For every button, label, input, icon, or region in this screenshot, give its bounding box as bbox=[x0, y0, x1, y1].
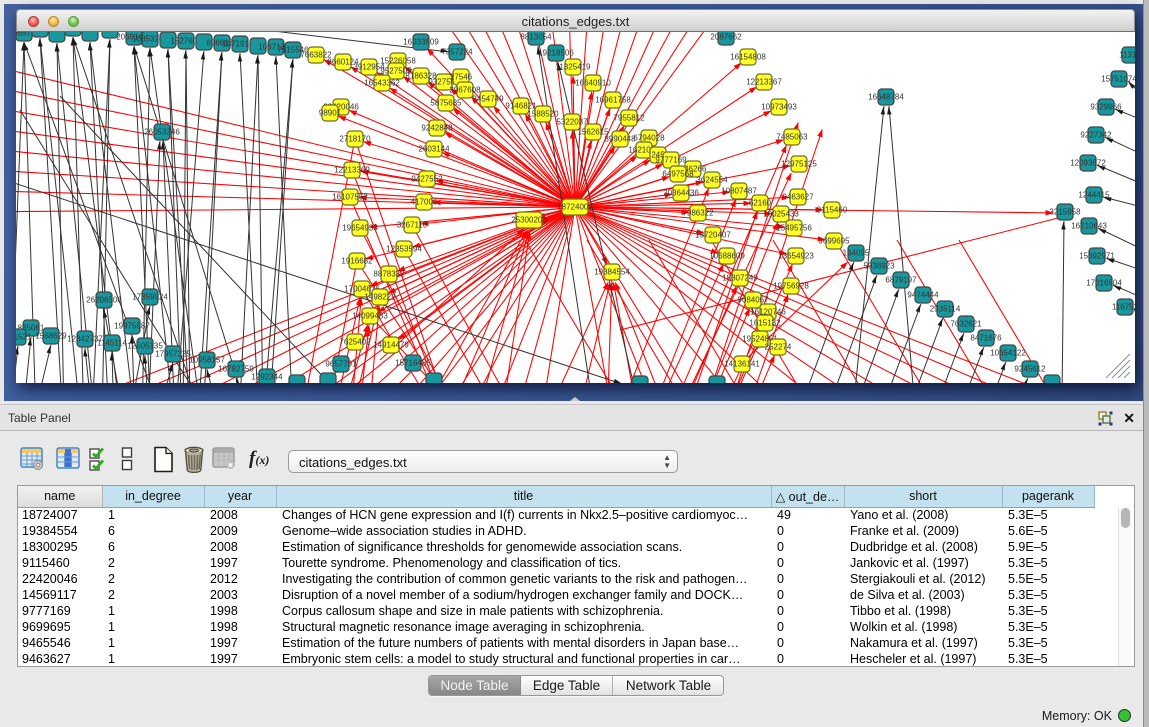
svg-text:13654923: 13654923 bbox=[778, 252, 814, 261]
svg-text:15495756: 15495756 bbox=[776, 224, 812, 233]
svg-text:7986322: 7986322 bbox=[682, 209, 714, 218]
svg-text:7955812: 7955812 bbox=[613, 114, 645, 123]
svg-text:252274: 252274 bbox=[765, 343, 792, 352]
svg-text:1568629: 1568629 bbox=[35, 332, 67, 341]
svg-text:19218506: 19218506 bbox=[538, 49, 574, 58]
svg-text:16154808: 16154808 bbox=[730, 53, 766, 62]
svg-text:26206506: 26206506 bbox=[86, 296, 122, 305]
svg-text:9084067: 9084067 bbox=[737, 296, 769, 305]
svg-text:6879197: 6879197 bbox=[885, 276, 917, 285]
svg-text:19384554: 19384554 bbox=[594, 268, 630, 277]
svg-text:14914479: 14914479 bbox=[373, 341, 409, 350]
svg-text:16961758: 16961758 bbox=[595, 96, 631, 105]
svg-text:2935114: 2935114 bbox=[930, 305, 961, 314]
svg-text:7632621: 7632621 bbox=[950, 320, 982, 329]
svg-text:14136141: 14136141 bbox=[724, 360, 760, 369]
svg-text:11325419: 11325419 bbox=[556, 63, 592, 72]
svg-text:7625402: 7625402 bbox=[339, 338, 371, 347]
svg-text:25300203: 25300203 bbox=[511, 216, 547, 225]
svg-text:9657791: 9657791 bbox=[325, 360, 357, 369]
svg-text:15716485: 15716485 bbox=[395, 359, 431, 368]
svg-text:19756928: 19756928 bbox=[773, 282, 809, 291]
svg-text:10958157: 10958157 bbox=[189, 356, 225, 365]
svg-text:2603144: 2603144 bbox=[418, 145, 450, 154]
svg-text:16033809: 16033809 bbox=[403, 38, 439, 47]
svg-text:9242848: 9242848 bbox=[421, 124, 453, 133]
svg-text:5875685: 5875685 bbox=[430, 99, 462, 108]
svg-text:5938923: 5938923 bbox=[863, 262, 895, 271]
svg-text:26053346: 26053346 bbox=[144, 128, 180, 137]
svg-text:1292344: 1292344 bbox=[251, 373, 283, 382]
svg-text:3454749: 3454749 bbox=[472, 95, 504, 104]
svg-text:7357224: 7357224 bbox=[441, 48, 473, 57]
svg-text:19975887: 19975887 bbox=[114, 322, 150, 331]
svg-text:27546: 27546 bbox=[450, 73, 473, 82]
svg-text:19654933: 19654933 bbox=[342, 224, 378, 233]
svg-text:10654122: 10654122 bbox=[990, 349, 1026, 358]
svg-text:5322037: 5322037 bbox=[556, 118, 588, 127]
svg-text:9329966: 9329966 bbox=[1090, 103, 1122, 112]
svg-text:98901: 98901 bbox=[319, 109, 342, 118]
svg-text:16782759: 16782759 bbox=[218, 365, 254, 374]
svg-text:3624554: 3624554 bbox=[696, 176, 728, 185]
svg-text:9245612: 9245612 bbox=[1014, 365, 1046, 374]
svg-text:12093872: 12093872 bbox=[1070, 159, 1106, 168]
svg-text:1588520: 1588520 bbox=[527, 110, 559, 119]
svg-text:9463627: 9463627 bbox=[782, 193, 814, 202]
svg-text:1145114: 1145114 bbox=[97, 339, 128, 348]
svg-text:11312: 11312 bbox=[1119, 51, 1135, 60]
svg-text:12213367: 12213367 bbox=[746, 78, 782, 87]
svg-text:1244415: 1244415 bbox=[1078, 191, 1110, 200]
svg-text:6794028: 6794028 bbox=[633, 134, 665, 143]
svg-text:164095: 164095 bbox=[843, 249, 870, 258]
svg-text:9699695: 9699695 bbox=[818, 237, 850, 246]
svg-text:18724007: 18724007 bbox=[557, 203, 593, 212]
svg-text:10688609: 10688609 bbox=[709, 252, 745, 261]
svg-text:116753: 116753 bbox=[1112, 303, 1135, 312]
svg-text:6497568: 6497568 bbox=[662, 170, 694, 179]
svg-text:20364436: 20364436 bbox=[663, 189, 699, 198]
svg-text:1498222: 1498222 bbox=[364, 293, 396, 302]
svg-text:16210643: 16210643 bbox=[1071, 222, 1107, 231]
svg-text:3215958: 3215958 bbox=[1049, 208, 1081, 217]
svg-text:9115460: 9115460 bbox=[817, 206, 848, 215]
svg-text:2087662: 2087662 bbox=[710, 33, 742, 42]
svg-text:8471676: 8471676 bbox=[970, 334, 1002, 343]
svg-text:12353594: 12353594 bbox=[386, 245, 422, 254]
svg-text:62160: 62160 bbox=[749, 199, 772, 208]
svg-text:10025433: 10025433 bbox=[763, 210, 799, 219]
svg-text:12213369: 12213369 bbox=[334, 166, 370, 175]
svg-text:17359924: 17359924 bbox=[132, 293, 168, 302]
svg-text:417006: 417006 bbox=[411, 198, 438, 207]
svg-text:8990448: 8990448 bbox=[604, 135, 636, 144]
svg-text:16640910: 16640910 bbox=[575, 79, 611, 88]
svg-text:8813054: 8813054 bbox=[520, 33, 552, 42]
svg-text:2718170: 2718170 bbox=[339, 135, 371, 144]
svg-text:18807249: 18807249 bbox=[722, 274, 758, 283]
svg-text:7485063: 7485063 bbox=[776, 133, 808, 142]
svg-text:17016504: 17016504 bbox=[1086, 279, 1122, 288]
svg-text:10973493: 10973493 bbox=[761, 103, 797, 112]
svg-text:16543362: 16543362 bbox=[364, 79, 400, 88]
svg-text:16648784: 16648784 bbox=[868, 93, 904, 102]
svg-text:12975125: 12975125 bbox=[781, 160, 817, 169]
svg-text:9474444: 9474444 bbox=[907, 291, 939, 300]
svg-text:16107552: 16107552 bbox=[332, 193, 368, 202]
svg-text:1615132: 1615132 bbox=[749, 319, 781, 328]
svg-text:3267110: 3267110 bbox=[397, 221, 428, 230]
svg-text:8878332: 8878332 bbox=[373, 270, 405, 279]
svg-text:391521: 391521 bbox=[16, 333, 32, 342]
svg-text:2967608: 2967608 bbox=[449, 86, 481, 95]
svg-text:1916682: 1916682 bbox=[341, 257, 373, 266]
svg-text:17957225: 17957225 bbox=[155, 350, 191, 359]
svg-text:9777169: 9777169 bbox=[655, 156, 687, 165]
svg-text:15720407: 15720407 bbox=[695, 231, 731, 240]
svg-text:15751074: 15751074 bbox=[1101, 75, 1135, 84]
svg-text:15692971: 15692971 bbox=[1079, 252, 1115, 261]
svg-text:14099483: 14099483 bbox=[352, 312, 388, 321]
svg-text:10807487: 10807487 bbox=[721, 187, 757, 196]
svg-text:9427552: 9427552 bbox=[411, 175, 443, 184]
svg-text:9227342: 9227342 bbox=[1080, 131, 1112, 140]
